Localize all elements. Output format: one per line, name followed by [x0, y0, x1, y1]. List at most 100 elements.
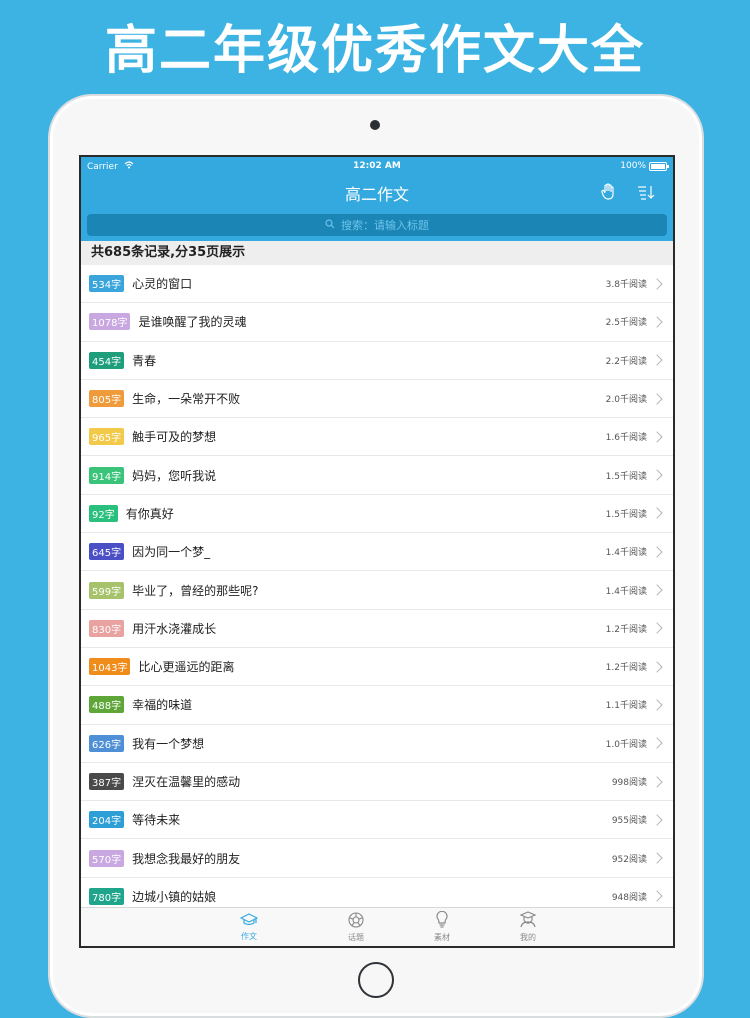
word-count-badge: 1043字: [89, 658, 131, 676]
word-count-badge: 1078字: [89, 313, 131, 331]
search-placeholder: 搜索：请输入标题: [341, 219, 429, 232]
tab-essay[interactable]: 作文: [185, 908, 313, 946]
read-count: 1.5千阅读: [605, 471, 647, 482]
list-item[interactable]: 914字 妈妈，您听我说 1.5千阅读: [81, 456, 673, 495]
list-item[interactable]: 830字 用汗水浇灌成长 1.2千阅读: [81, 609, 673, 648]
word-count-badge: 570字: [89, 849, 125, 867]
word-count-badge: 488字: [89, 696, 125, 714]
chevron-right-icon: [651, 814, 663, 826]
app-screen: Carrier 12:02 AM 100% 高二作文 搜索：请输入标题 共685…: [79, 155, 675, 948]
tab-label: 我的: [520, 933, 536, 942]
essay-title: 青春: [132, 353, 157, 368]
essay-title: 幸福的味道: [132, 698, 193, 713]
read-count: 955阅读: [611, 816, 647, 827]
essay-title: 比心更遥远的距离: [138, 660, 235, 675]
chevron-right-icon: [651, 277, 663, 290]
essay-title: 有你真好: [125, 506, 174, 521]
nav-bar: 高二作文: [81, 177, 673, 209]
read-count: 1.2千阅读: [605, 663, 647, 674]
list-item[interactable]: 454字 青春 2.2千阅读: [81, 341, 673, 380]
read-count: 1.6千阅读: [605, 433, 647, 444]
essay-title: 是谁唤醒了我的灵魂: [138, 315, 247, 330]
word-count-badge: 914字: [89, 466, 125, 484]
chevron-right-icon: [651, 622, 663, 634]
essay-title: 生命，一朵常开不败: [132, 392, 241, 407]
word-count-badge: 805字: [89, 390, 125, 408]
camera-dot: [370, 120, 380, 130]
chevron-right-icon: [651, 660, 663, 673]
word-count-badge: 965字: [89, 428, 125, 446]
essay-title: 涅灭在温馨里的感动: [132, 775, 241, 789]
list-item[interactable]: 534字 心灵的窗口 3.8千阅读: [81, 265, 673, 304]
status-time: 12:02 AM: [353, 161, 401, 171]
graduation-cap-icon: [239, 912, 259, 931]
essay-list: 534字 心灵的窗口 3.8千阅读 1078字 是谁唤醒了我的灵魂 2.5千阅读 454字青…: [81, 265, 673, 917]
list-item[interactable]: 1078字 是谁唤醒了我的灵魂 2.5千阅读: [81, 303, 673, 342]
tab-material[interactable]: 素材: [399, 908, 485, 946]
essay-title: 边城小镇的姑娘: [132, 889, 217, 904]
chevron-right-icon: [651, 507, 663, 520]
tab-topic[interactable]: 话题: [313, 908, 399, 946]
word-count-badge: 599字: [89, 581, 125, 599]
read-count: 1.4千阅读: [605, 548, 647, 559]
read-count: 1.2千阅读: [605, 624, 647, 635]
chevron-right-icon: [651, 316, 663, 328]
aperture-icon: [348, 911, 364, 932]
essay-title: 毕业了，曾经的那些呢?: [132, 583, 259, 598]
list-item[interactable]: 570字 我想念我最好的朋友 952阅读: [81, 839, 673, 878]
essay-title: 触手可及的梦想: [132, 430, 217, 445]
list-item[interactable]: 92字 有你真好 1.5千阅读: [81, 494, 673, 534]
essay-title: 等待未来: [132, 813, 181, 828]
read-count: 1.0千阅读: [605, 739, 647, 750]
essay-title: 用汗水浇灌成长: [132, 621, 217, 636]
list-item[interactable]: 626字 我有一个梦想 1.0千阅读: [81, 724, 673, 763]
essay-title: 妈妈，您听我说: [132, 468, 217, 483]
search-area: 搜索：请输入标题: [81, 209, 673, 241]
tab-label: 作文: [241, 931, 257, 941]
read-count: 952阅读: [611, 854, 647, 865]
chevron-right-icon: [651, 699, 663, 711]
tab-label: 话题: [348, 932, 364, 942]
essay-title: 我想念我最好的朋友: [132, 851, 241, 866]
nav-title: 高二作文: [344, 185, 409, 204]
tab-label: 素材: [434, 933, 450, 942]
chevron-right-icon: [651, 852, 663, 864]
read-count: 1.4千阅读: [605, 586, 647, 597]
chevron-right-icon: [651, 546, 663, 558]
status-battery: 100%: [620, 161, 669, 171]
word-count-badge: 626字: [89, 734, 125, 752]
word-count-badge: 534字: [89, 275, 125, 293]
read-count: 1.1千阅读: [605, 701, 647, 712]
chevron-right-icon: [651, 431, 663, 443]
word-count-badge: 387字: [89, 773, 125, 790]
list-item[interactable]: 599字 毕业了，曾经的那些呢? 1.4千阅读: [81, 571, 673, 610]
chevron-right-icon: [651, 775, 663, 788]
chevron-right-icon: [651, 890, 663, 903]
list-item[interactable]: 204字 等待未来 955阅读: [81, 801, 673, 840]
tab-mine[interactable]: 我的: [485, 908, 571, 946]
read-count: 2.0千阅读: [605, 395, 647, 406]
read-count: 998阅读: [611, 778, 647, 788]
chevron-right-icon: [651, 392, 663, 405]
home-button[interactable]: [358, 962, 394, 998]
hand-icon[interactable]: [595, 179, 621, 205]
read-count: 2.2千阅读: [605, 356, 647, 367]
chevron-right-icon: [651, 354, 663, 366]
list-item[interactable]: 645字 因为同一个梦_ 1.4千阅读: [81, 533, 673, 572]
list-item[interactable]: 387字 涅灭在温馨里的感动 998阅读: [81, 762, 673, 802]
lightbulb-icon: [435, 910, 449, 932]
user-icon: [519, 911, 537, 932]
word-count-badge: 454字: [89, 351, 125, 369]
list-item[interactable]: 1043字 比心更遥远的距离 1.2千阅读: [81, 647, 673, 687]
read-count: 2.5千阅读: [605, 318, 647, 329]
list-item[interactable]: 965字 触手可及的梦想 1.6千阅读: [81, 418, 673, 457]
record-summary: 共685条记录,分35页展示: [81, 241, 673, 265]
list-item[interactable]: 488字 幸福的味道 1.1千阅读: [81, 686, 673, 725]
read-count: 3.8千阅读: [605, 280, 647, 291]
sort-icon[interactable]: [633, 179, 659, 205]
search-input[interactable]: 搜索：请输入标题: [87, 214, 667, 236]
essay-title: 我有一个梦想: [132, 736, 205, 751]
read-count: 948阅读: [611, 892, 647, 903]
list-item[interactable]: 805字 生命，一朵常开不败 2.0千阅读: [81, 379, 673, 419]
battery-percent: 100%: [620, 161, 646, 171]
